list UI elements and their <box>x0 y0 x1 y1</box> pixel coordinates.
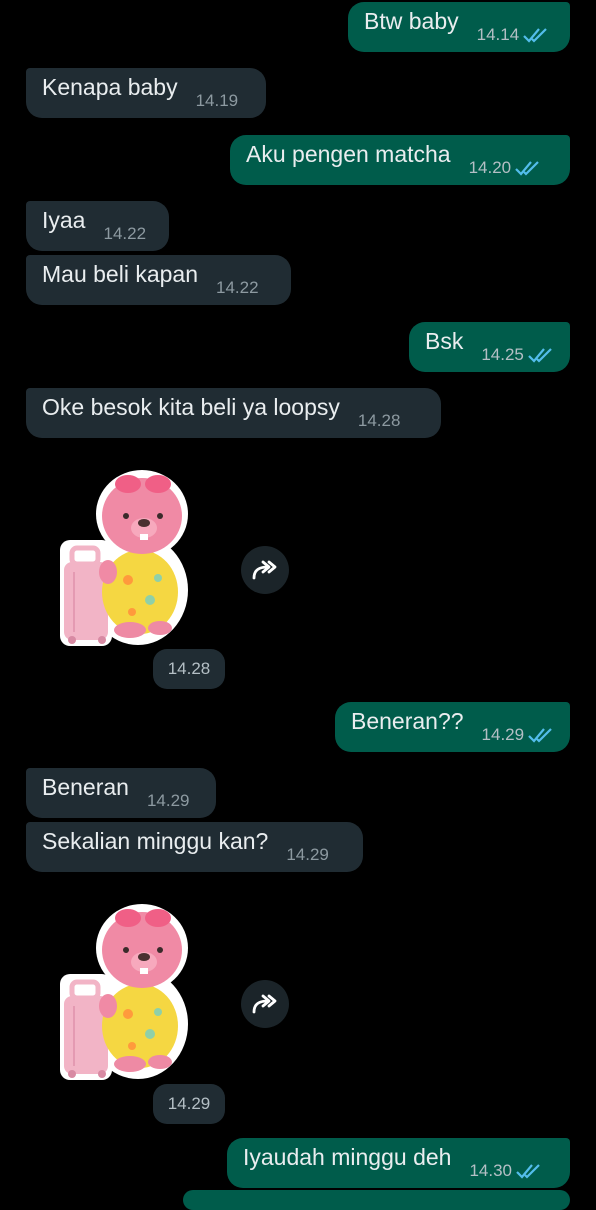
message-bubble-outgoing[interactable]: Aku pengen matcha 14.20 <box>230 135 570 185</box>
forward-button[interactable] <box>241 980 289 1028</box>
message-text: Mau beli kapan <box>42 260 198 287</box>
message-bubble-incoming[interactable]: Kenapa baby 14.19 <box>26 68 266 118</box>
message-time: 14.28 <box>357 411 401 430</box>
message-meta: 14.20 <box>469 158 542 178</box>
sticker-time: 14.28 <box>153 649 225 689</box>
message-text: Sekalian minggu kan? <box>42 827 269 854</box>
double-check-read-icon <box>515 160 541 176</box>
message-bubble-incoming[interactable]: Iyaa 14.22 <box>26 201 169 251</box>
message-text: Kenapa baby <box>42 73 178 100</box>
message-text: Aku pengen matcha <box>246 140 451 167</box>
message-time: 14.14 <box>476 25 520 44</box>
message-time: 14.20 <box>468 158 512 177</box>
forward-icon <box>252 994 277 1014</box>
loopy-beaver-image <box>60 470 188 646</box>
double-check-read-icon <box>528 727 554 743</box>
loopy-beaver-image <box>60 904 188 1080</box>
message-meta: 14.19 <box>196 91 239 111</box>
message-time: 14.19 <box>195 91 239 110</box>
message-bubble-outgoing-partial[interactable] <box>183 1190 570 1210</box>
message-text: Btw baby <box>364 7 459 34</box>
message-meta: 14.29 <box>286 845 329 865</box>
message-bubble-outgoing[interactable]: Btw baby 14.14 <box>348 2 570 52</box>
loopy-sticker[interactable] <box>58 896 188 1081</box>
message-bubble-incoming[interactable]: Beneran 14.29 <box>26 768 216 818</box>
double-check-read-icon <box>528 347 554 363</box>
message-time: 14.29 <box>146 791 190 810</box>
message-meta: 14.28 <box>358 411 401 431</box>
message-bubble-outgoing[interactable]: Bsk 14.25 <box>409 322 570 372</box>
message-meta: 14.29 <box>482 725 555 745</box>
message-time: 14.22 <box>216 278 259 297</box>
message-meta: 14.14 <box>477 25 550 45</box>
message-meta: 14.25 <box>481 345 554 365</box>
double-check-read-icon <box>523 27 549 43</box>
forward-button[interactable] <box>241 546 289 594</box>
loopy-sticker[interactable] <box>58 462 188 647</box>
message-time: 14.22 <box>103 224 147 243</box>
message-meta: 14.22 <box>103 224 146 244</box>
message-text: Bsk <box>425 327 464 354</box>
message-bubble-incoming[interactable]: Oke besok kita beli ya loopsy 14.28 <box>26 388 441 438</box>
message-bubble-incoming[interactable]: Mau beli kapan 14.22 <box>26 255 291 305</box>
message-bubble-incoming[interactable]: Sekalian minggu kan? 14.29 <box>26 822 363 872</box>
forward-icon <box>252 560 277 580</box>
message-text: Iyaudah minggu deh <box>243 1143 452 1170</box>
message-meta: 14.22 <box>216 278 259 298</box>
message-time: 14.30 <box>469 1161 512 1180</box>
sticker-time: 14.29 <box>153 1084 225 1124</box>
message-meta: 14.30 <box>469 1161 542 1181</box>
message-text: Oke besok kita beli ya loopsy <box>42 393 340 420</box>
double-check-read-icon <box>516 1163 542 1179</box>
message-bubble-outgoing[interactable]: Iyaudah minggu deh 14.30 <box>227 1138 570 1188</box>
message-text: Beneran?? <box>351 707 464 734</box>
message-bubble-outgoing[interactable]: Beneran?? 14.29 <box>335 702 570 752</box>
message-time: 14.29 <box>481 725 525 744</box>
message-text: Iyaa <box>42 206 86 233</box>
message-time: 14.29 <box>286 845 329 864</box>
message-time: 14.25 <box>481 345 524 364</box>
message-text: Beneran <box>42 773 129 800</box>
message-meta: 14.29 <box>147 791 190 811</box>
